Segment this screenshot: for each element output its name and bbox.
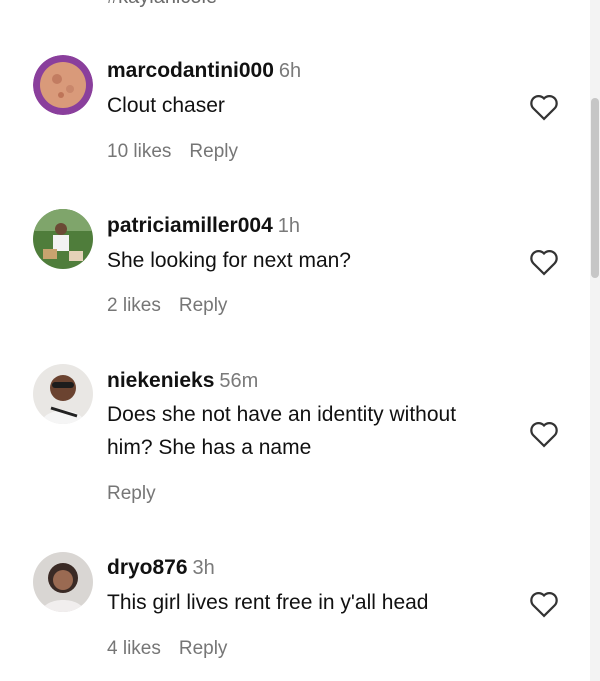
timestamp[interactable]: 6h bbox=[279, 60, 301, 82]
username[interactable]: niekenieks bbox=[107, 369, 214, 392]
comment-text: Clout chaser bbox=[107, 94, 225, 117]
scrollbar-thumb[interactable] bbox=[591, 98, 599, 278]
username[interactable]: marcodantini000 bbox=[107, 59, 274, 82]
comment-header: patriciamiller004 1h bbox=[107, 214, 300, 238]
heart-outline-icon[interactable] bbox=[529, 590, 559, 618]
caption-hashtag-partial[interactable]: #kaylanicole bbox=[107, 0, 217, 9]
heart-outline-icon[interactable] bbox=[529, 420, 559, 448]
avatar[interactable] bbox=[33, 55, 93, 115]
reply-button[interactable]: Reply bbox=[107, 483, 156, 504]
comment-header: dryo876 3h bbox=[107, 556, 215, 580]
comment-text: This girl lives rent free in y'all head bbox=[107, 591, 429, 614]
comment-text: She looking for next man? bbox=[107, 249, 351, 272]
selfie-avatar-image bbox=[33, 364, 93, 424]
moon-avatar-image bbox=[33, 55, 93, 115]
portrait-avatar-image bbox=[33, 552, 93, 612]
comment-actions: Reply bbox=[107, 483, 156, 505]
reply-button[interactable]: Reply bbox=[179, 638, 228, 659]
likes-count[interactable]: 10 likes bbox=[107, 141, 171, 162]
reply-button[interactable]: Reply bbox=[189, 141, 238, 162]
username[interactable]: dryo876 bbox=[107, 556, 188, 579]
heart-outline-icon[interactable] bbox=[529, 93, 559, 121]
timestamp[interactable]: 1h bbox=[278, 215, 300, 237]
comment-actions: 2 likes Reply bbox=[107, 295, 227, 317]
avatar[interactable] bbox=[33, 552, 93, 612]
comment-actions: 4 likes Reply bbox=[107, 638, 227, 660]
reply-button[interactable]: Reply bbox=[179, 295, 228, 316]
timestamp[interactable]: 3h bbox=[193, 557, 215, 579]
comment-header: marcodantini000 6h bbox=[107, 59, 301, 83]
likes-count[interactable]: 4 likes bbox=[107, 638, 161, 659]
avatar[interactable] bbox=[33, 364, 93, 424]
timestamp[interactable]: 56m bbox=[219, 370, 258, 392]
comment-header: niekenieks 56m bbox=[107, 369, 258, 393]
avatar[interactable] bbox=[33, 209, 93, 269]
likes-count[interactable]: 2 likes bbox=[107, 295, 161, 316]
scrollbar[interactable] bbox=[590, 0, 600, 681]
heart-outline-icon[interactable] bbox=[529, 248, 559, 276]
comment-actions: 10 likes Reply bbox=[107, 141, 238, 163]
comment-text: Does she not have an identity without hi… bbox=[107, 403, 457, 459]
username[interactable]: patriciamiller004 bbox=[107, 214, 273, 237]
outdoor-photo-avatar-image bbox=[33, 209, 93, 269]
